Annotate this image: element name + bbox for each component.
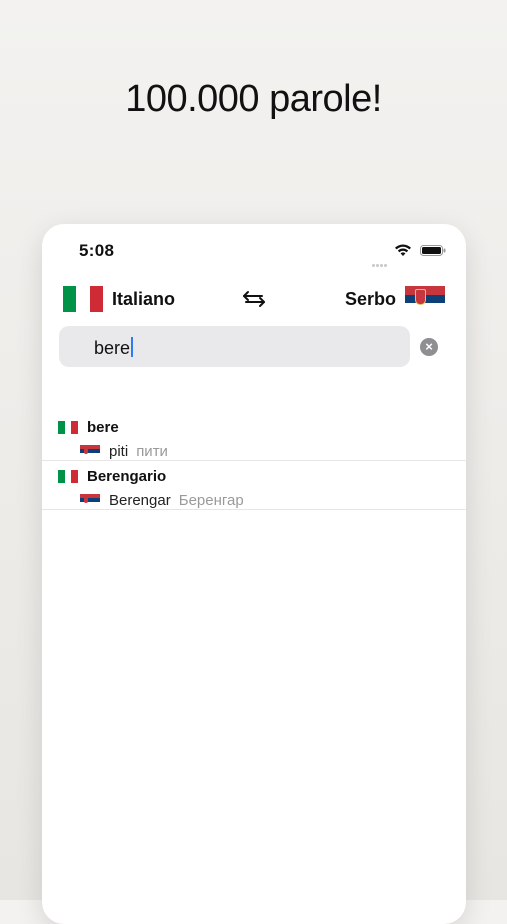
- italy-flag-icon[interactable]: [63, 286, 103, 312]
- search-query[interactable]: bere: [94, 337, 134, 359]
- translation-cyrillic: пити: [136, 442, 168, 460]
- list-item[interactable]: bere piti пити: [42, 412, 466, 461]
- italy-flag-icon: [58, 420, 79, 434]
- source-language-button[interactable]: Italiano: [112, 289, 175, 310]
- translation-line: piti пити: [80, 442, 168, 460]
- serbia-flag-icon: [80, 444, 100, 458]
- status-bar: 5:08: [42, 224, 466, 274]
- translation-cyrillic: Беренгар: [178, 491, 244, 509]
- battery-icon: [420, 245, 446, 256]
- language-bar: Italiano Serbo: [42, 282, 466, 318]
- serbia-flag-icon: [80, 493, 100, 507]
- headline: 100.000 parole!: [125, 78, 382, 120]
- clear-icon[interactable]: ×: [420, 338, 438, 356]
- wifi-icon: [395, 244, 411, 256]
- source-term-line: Berengario: [58, 467, 166, 485]
- results-list: bere piti пити Berengario Berengar Берен…: [42, 412, 466, 510]
- translation-latin: Berengar: [109, 491, 171, 509]
- list-item[interactable]: Berengario Berengar Беренгар: [42, 461, 466, 510]
- translation-latin: piti: [109, 442, 129, 460]
- serbia-flag-icon[interactable]: [405, 286, 445, 313]
- translation-line: Berengar Беренгар: [80, 491, 244, 509]
- serbia-coat-of-arms-icon: [415, 289, 426, 305]
- search-input[interactable]: bere: [59, 326, 410, 367]
- source-term-line: bere: [58, 418, 119, 436]
- status-time: 5:08: [79, 241, 115, 260]
- source-term: bere: [87, 418, 119, 436]
- swap-arrows-icon[interactable]: [242, 287, 266, 311]
- target-language-button[interactable]: Serbo: [345, 289, 396, 310]
- phone-frame: 5:08 Italiano Serbo bere × bere piti пит…: [42, 224, 466, 924]
- search-query-text: bere: [94, 338, 131, 358]
- source-term: Berengario: [87, 467, 167, 485]
- text-caret: [131, 337, 134, 357]
- signal-icon: [372, 254, 390, 267]
- italy-flag-icon: [58, 469, 79, 483]
